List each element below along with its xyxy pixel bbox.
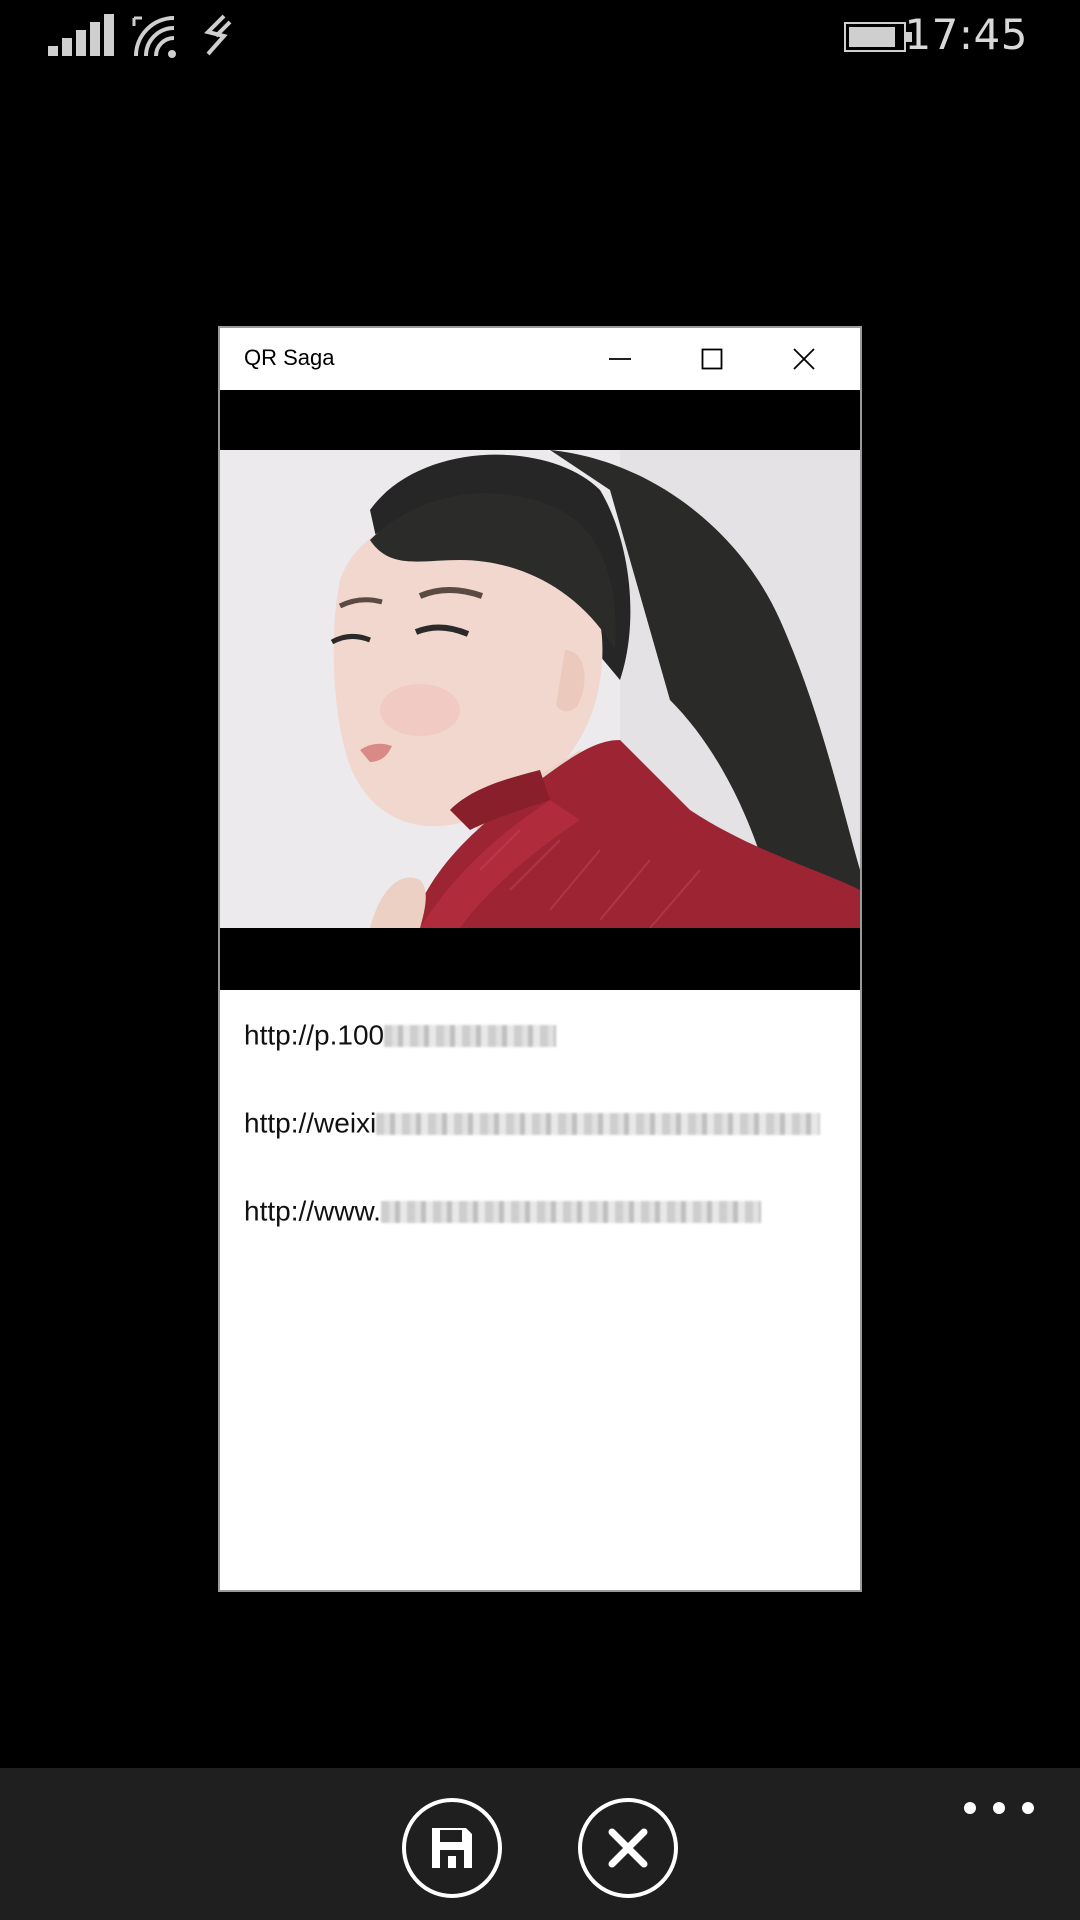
redacted-text — [384, 1024, 557, 1047]
link-text: http://www. — [244, 1195, 381, 1227]
redacted-text — [380, 1200, 761, 1223]
save-icon — [432, 1828, 472, 1868]
decoded-photo — [220, 450, 860, 928]
signal-icon — [48, 14, 114, 56]
maximize-button[interactable] — [666, 328, 758, 390]
app-bar — [0, 1768, 1080, 1920]
link-text: http://weixi — [244, 1107, 377, 1139]
status-bar: 17:45 — [0, 0, 1080, 72]
redacted-text — [376, 1112, 821, 1135]
app-window: QR Saga http://p.100 http://weixi http:/… — [218, 326, 862, 1592]
image-preview-area — [220, 390, 860, 990]
maximize-icon — [701, 348, 723, 370]
phone-screen: 17:45 QR Saga http://p.100 http://weixi … — [0, 0, 1080, 1920]
more-icon — [993, 1802, 1005, 1814]
link-item[interactable]: http://p.100 — [244, 1018, 844, 1058]
cancel-button[interactable] — [578, 1798, 678, 1898]
portrait-image — [220, 450, 860, 928]
window-title: QR Saga — [244, 345, 335, 370]
clock: 17:45 — [904, 10, 1028, 59]
more-icon — [964, 1802, 976, 1814]
cancel-icon — [608, 1828, 648, 1868]
link-item[interactable]: http://weixi — [244, 1106, 844, 1146]
link-item[interactable]: http://www. — [244, 1194, 844, 1234]
window-titlebar[interactable]: QR Saga — [220, 328, 860, 390]
close-button[interactable] — [758, 328, 850, 390]
close-icon — [793, 348, 815, 370]
data-transfer-icon — [204, 14, 232, 56]
more-icon — [1022, 1802, 1034, 1814]
minimize-button[interactable] — [574, 328, 666, 390]
save-button[interactable] — [402, 1798, 502, 1898]
wifi-icon — [132, 16, 176, 58]
more-options-button[interactable] — [964, 1788, 1034, 1828]
link-text: http://p.100 — [244, 1019, 385, 1051]
minimize-icon — [609, 358, 631, 360]
